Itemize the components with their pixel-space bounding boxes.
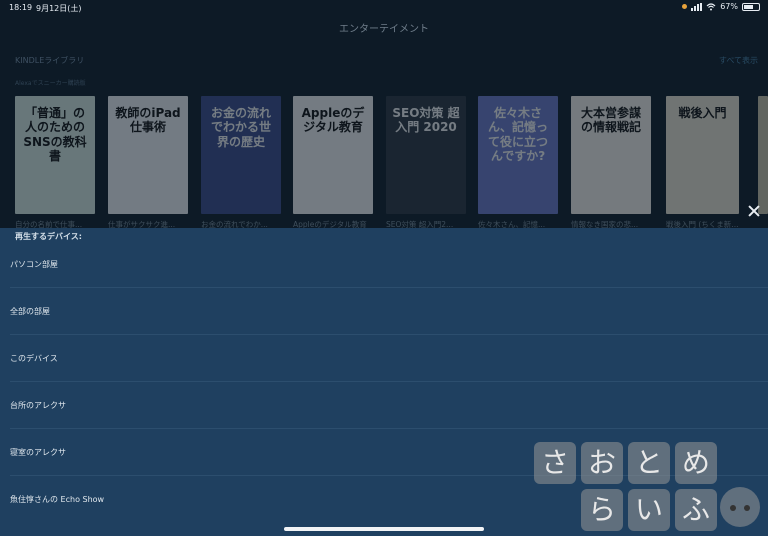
library-title: KINDLEライブラリ — [15, 56, 85, 65]
device-item-kitchen-alexa[interactable]: 台所のアレクサ — [10, 382, 768, 429]
watermark-char: お — [581, 442, 623, 484]
device-item-this-device[interactable]: このデバイス — [10, 335, 768, 382]
close-icon[interactable] — [746, 203, 762, 219]
mic-indicator-icon — [682, 4, 688, 9]
book-item[interactable]: 佐々木さん、記憶って役に立つんですか? 佐々木さん、記憶... — [478, 96, 558, 230]
status-bar: 18:19 9月12日(土) 67% — [0, 0, 768, 16]
page-title: エンターテイメント — [339, 24, 429, 35]
book-item[interactable]: 教師のiPad仕事術 仕事がサクサク進... — [108, 96, 188, 230]
book-item[interactable]: SEO対策 超入門 2020 SEO対策 超入門2... — [386, 96, 466, 230]
book-cover-text: 「普通」の人のための SNSの教科書 — [23, 106, 87, 164]
book-item[interactable]: 戦後入門 戦後入門 (ちくま新... — [666, 96, 739, 230]
device-item-pc-room[interactable]: パソコン部屋 — [10, 241, 768, 288]
watermark-char: ら — [581, 489, 623, 531]
status-date: 9月12日(土) — [36, 4, 82, 13]
device-label: 台所のアレクサ — [10, 401, 66, 410]
book-cover: お金の流れでわかる世界の歴史 — [201, 96, 281, 214]
book-cover: Appleのデジタル教育 — [293, 96, 373, 214]
battery-percent: 67% — [720, 2, 738, 11]
watermark-char: さ — [534, 442, 576, 484]
book-cover: 大本営参謀の情報戦記 — [571, 96, 651, 214]
book-cover-text: Appleのデジタル教育 — [301, 106, 365, 135]
book-cover: 「普通」の人のための SNSの教科書 — [15, 96, 95, 214]
book-cover: SEO対策 超入門 2020 — [386, 96, 466, 214]
wifi-icon — [706, 2, 716, 10]
mascot-icon — [720, 487, 760, 527]
book-cover-text: SEO対策 超入門 2020 — [392, 106, 460, 135]
signal-icon — [691, 2, 703, 11]
device-label: このデバイス — [10, 354, 58, 363]
book-shelf: 「普通」の人のための SNSの教科書 自分の名前で仕事... 教師のiPad仕事… — [15, 96, 768, 236]
book-cover: 佐々木さん、記憶って役に立つんですか? — [478, 96, 558, 214]
status-time: 18:19 — [9, 3, 33, 12]
device-item-all-rooms[interactable]: 全部の部屋 — [10, 288, 768, 335]
watermark-char: と — [628, 442, 670, 484]
book-cover-text: 大本営参謀の情報戦記 — [580, 106, 641, 135]
status-right: 67% — [682, 2, 760, 11]
book-cover: 戦後入門 — [666, 96, 739, 214]
book-cover-text: お金の流れでわかる世界の歴史 — [210, 106, 271, 149]
device-label: 全部の部屋 — [10, 307, 50, 316]
watermark-char: い — [628, 489, 670, 531]
book-item[interactable]: Appleのデジタル教育 Appleのデジタル教育 — [293, 96, 373, 230]
device-label: 寝室のアレクサ — [10, 448, 66, 457]
book-item[interactable]: 大本営参謀の情報戦記 情報なき国家の悲... — [571, 96, 651, 230]
see-all-link[interactable]: すべて表示 — [719, 55, 758, 66]
watermark-char: め — [675, 442, 717, 484]
book-item[interactable]: お金の流れでわかる世界の歴史 お金の流れでわか... — [201, 96, 281, 230]
home-indicator[interactable] — [284, 527, 484, 531]
book-item[interactable]: 「普通」の人のための SNSの教科書 自分の名前で仕事... — [15, 96, 95, 230]
device-label: パソコン部屋 — [10, 260, 58, 269]
book-cover: 教師のiPad仕事術 — [108, 96, 188, 214]
book-cover-text: 戦後入門 — [678, 106, 727, 120]
book-item[interactable] — [758, 96, 768, 214]
book-cover-text: 教師のiPad仕事術 — [115, 106, 181, 135]
book-cover — [758, 96, 768, 214]
library-subtitle: Alexaでスニーカー購読版 — [15, 80, 86, 87]
book-cover-text: 佐々木さん、記憶って役に立つんですか? — [487, 106, 548, 164]
device-label: 魚住惇さんの Echo Show — [10, 495, 105, 504]
battery-icon — [742, 2, 760, 11]
watermark-char: ふ — [675, 489, 717, 531]
